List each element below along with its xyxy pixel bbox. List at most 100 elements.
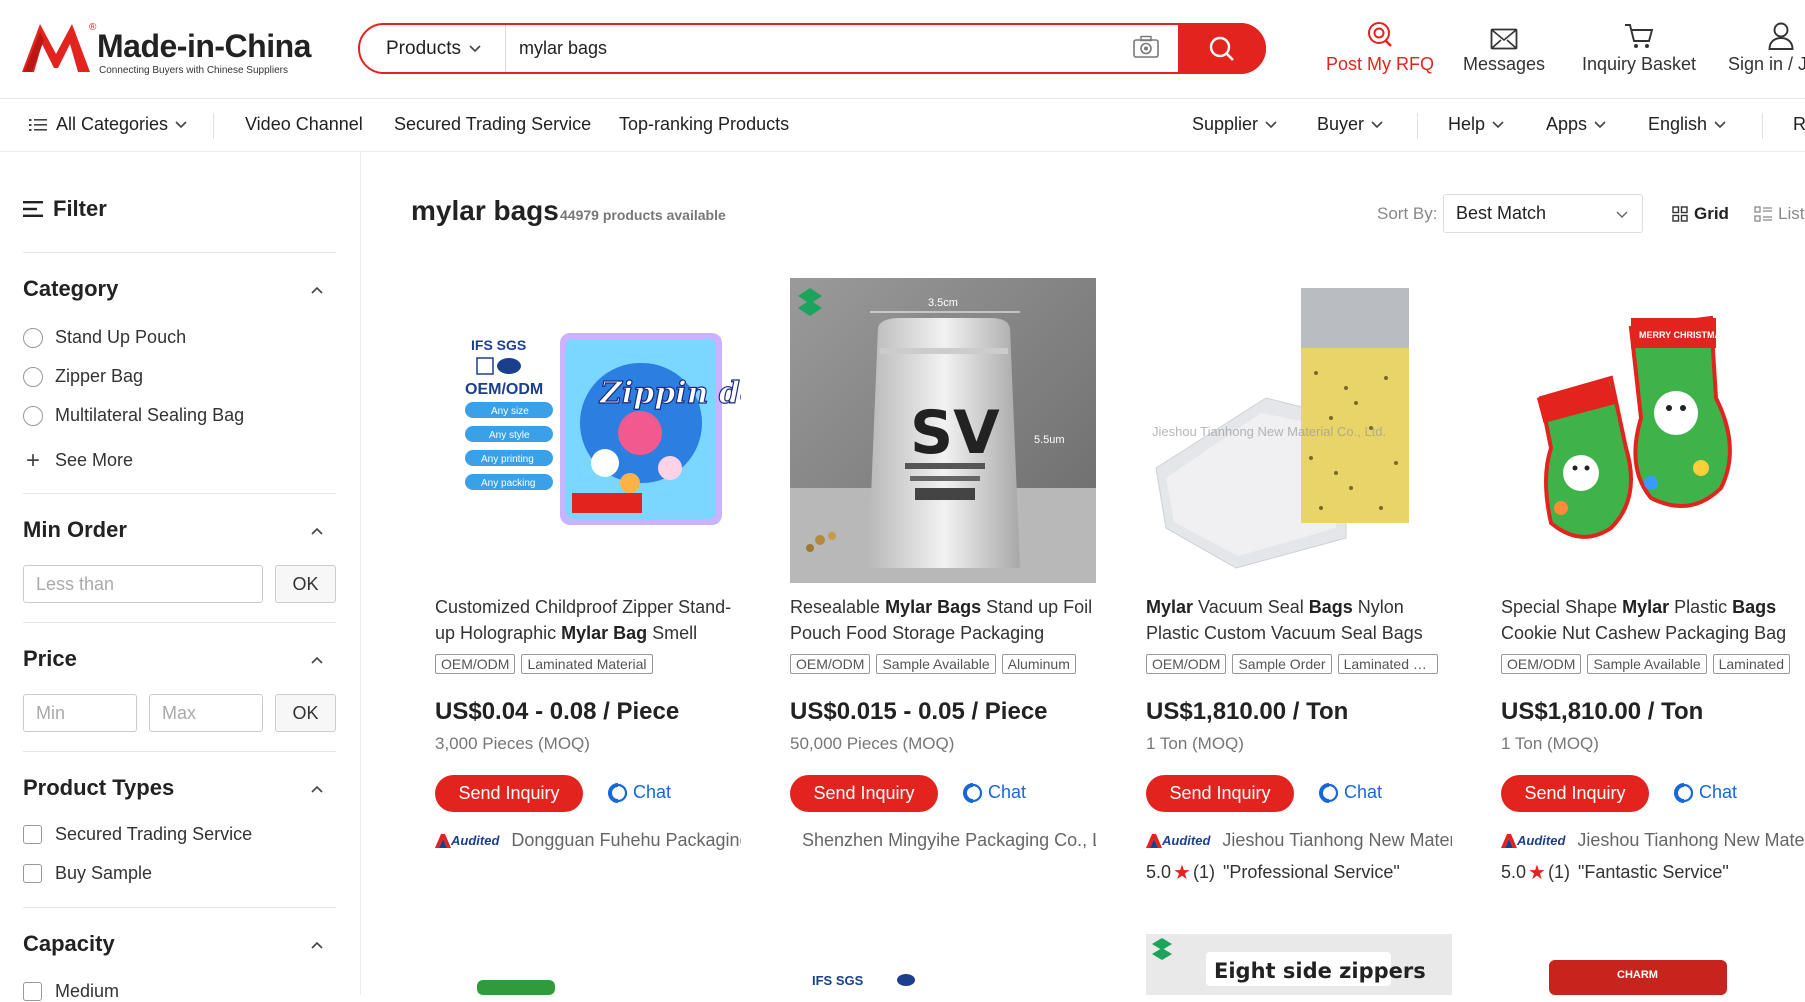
- product-image[interactable]: IFS SGS OEM/ODM Any size Any style Any p…: [435, 278, 741, 583]
- chat-button[interactable]: Chat: [608, 782, 671, 803]
- category-option[interactable]: Multilateral Sealing Bag: [23, 405, 244, 426]
- chevron-up-icon[interactable]: [311, 527, 323, 535]
- product-image: [477, 980, 555, 995]
- all-categories-menu[interactable]: All Categories: [29, 114, 187, 135]
- chevron-down-icon: [1714, 120, 1726, 128]
- radio-button[interactable]: [23, 366, 43, 387]
- svg-text:Eight side zippers: Eight side zippers: [1214, 959, 1426, 983]
- supplier-rating: 5.0 ★ (1) "Fantastic Service": [1501, 862, 1729, 884]
- product-title[interactable]: Special Shape Mylar Plastic Bags Cookie …: [1501, 594, 1805, 646]
- product-moq: 1 Ton (MOQ): [1146, 734, 1244, 753]
- chevron-up-icon[interactable]: [311, 286, 323, 294]
- search-input[interactable]: [506, 25, 1126, 72]
- audited-badge: Audited: [1501, 833, 1565, 848]
- sign-in-link[interactable]: Sign in / J: [1728, 20, 1805, 75]
- product-image[interactable]: 3.5cm SV 5.5um: [790, 278, 1096, 583]
- category-option[interactable]: Stand Up Pouch: [23, 327, 186, 348]
- audited-icon: [435, 833, 451, 848]
- product-image: Eight side zippers: [1146, 934, 1452, 995]
- search-button[interactable]: [1178, 23, 1266, 74]
- nav-help-menu[interactable]: Help: [1448, 114, 1504, 135]
- price-ok-button[interactable]: OK: [275, 694, 336, 732]
- chat-button[interactable]: Chat: [963, 782, 1026, 803]
- product-card[interactable]: 3.5cm SV 5.5um Resealable Mylar Bags Sta…: [790, 278, 1096, 850]
- camera-icon[interactable]: [1132, 35, 1162, 63]
- grid-icon: [1672, 206, 1688, 222]
- product-card-partial[interactable]: CHARM: [1501, 934, 1805, 995]
- inquiry-basket-link[interactable]: Inquiry Basket: [1582, 20, 1696, 75]
- product-card-partial[interactable]: [435, 934, 741, 995]
- product-card[interactable]: Jieshou Tianhong New Material Co., Ltd. …: [1146, 278, 1452, 884]
- product-image: CHARM: [1549, 960, 1727, 995]
- product-card[interactable]: MERRY CHRISTMAS Special Shape Mylar Plas…: [1501, 278, 1805, 884]
- checkbox[interactable]: [23, 864, 42, 883]
- svg-text:CHARM: CHARM: [1617, 969, 1658, 981]
- product-tag: Sample Order: [1232, 654, 1332, 674]
- nav-buyer-menu[interactable]: Buyer: [1317, 114, 1383, 135]
- nav-secured-trading[interactable]: Secured Trading Service: [394, 114, 591, 135]
- price-max-input[interactable]: [149, 694, 263, 732]
- nav-cut-item[interactable]: R: [1793, 114, 1805, 135]
- checkbox[interactable]: [23, 982, 42, 1001]
- site-logo[interactable]: ® Made-in-China Connecting Buyers with C…: [22, 22, 311, 78]
- list-view-toggle[interactable]: List: [1754, 204, 1804, 224]
- grid-view-toggle[interactable]: Grid: [1672, 204, 1729, 224]
- product-price: US$1,810.00 / Ton: [1501, 698, 1704, 725]
- product-card-partial[interactable]: IFS SGS: [790, 934, 1096, 995]
- price-min-input[interactable]: [23, 694, 137, 732]
- chat-icon: [963, 782, 983, 803]
- chat-button[interactable]: Chat: [1319, 782, 1382, 803]
- svg-text:Any style: Any style: [489, 430, 530, 441]
- product-card[interactable]: IFS SGS OEM/ODM Any size Any style Any p…: [435, 278, 741, 850]
- product-image[interactable]: MERRY CHRISTMAS: [1501, 278, 1805, 583]
- chat-button[interactable]: Chat: [1674, 782, 1737, 803]
- chevron-down-icon: [175, 120, 187, 128]
- logo-tagline: Connecting Buyers with Chinese Suppliers: [99, 65, 288, 76]
- category-option[interactable]: Zipper Bag: [23, 366, 143, 387]
- svg-text:Any size: Any size: [491, 406, 529, 417]
- product-title[interactable]: Mylar Vacuum Seal Bags Nylon Plastic Cus…: [1146, 594, 1452, 646]
- search-category-dropdown[interactable]: Products: [360, 25, 506, 72]
- nav-language-menu[interactable]: English: [1648, 114, 1726, 135]
- product-type-option[interactable]: Secured Trading Service: [23, 824, 252, 845]
- send-inquiry-button[interactable]: Send Inquiry: [790, 775, 938, 812]
- sort-dropdown[interactable]: Best Match: [1443, 194, 1643, 233]
- see-more-link[interactable]: + See More: [23, 448, 133, 472]
- supplier-name[interactable]: Shenzhen Mingyihe Packaging Co., Ltd.: [790, 830, 1096, 851]
- send-inquiry-button[interactable]: Send Inquiry: [1501, 775, 1649, 812]
- capacity-section-title: Capacity: [23, 931, 115, 956]
- category-navbar: All Categories Video Channel Secured Tra…: [0, 99, 1805, 152]
- checkbox[interactable]: [23, 825, 42, 844]
- supplier-name[interactable]: Audited Jieshou Tianhong New Material: [1501, 830, 1805, 851]
- svg-text:MERRY CHRISTMAS: MERRY CHRISTMAS: [1639, 330, 1727, 340]
- min-order-ok-button[interactable]: OK: [275, 565, 336, 603]
- nav-apps-menu[interactable]: Apps: [1546, 114, 1606, 135]
- product-title[interactable]: Customized Childproof Zipper Stand-up Ho…: [435, 594, 741, 646]
- nav-supplier-menu[interactable]: Supplier: [1192, 114, 1277, 135]
- min-order-section-title: Min Order: [23, 517, 127, 542]
- radio-button[interactable]: [23, 327, 43, 348]
- radio-button[interactable]: [23, 405, 43, 426]
- min-order-input[interactable]: [23, 565, 263, 603]
- supplier-name[interactable]: Audited Jieshou Tianhong New Material: [1146, 830, 1452, 851]
- product-title[interactable]: Resealable Mylar Bags Stand up Foil Pouc…: [790, 594, 1096, 646]
- chevron-up-icon[interactable]: [311, 941, 323, 949]
- post-rfq-link[interactable]: Post My RFQ: [1326, 20, 1434, 75]
- messages-link[interactable]: Messages: [1463, 20, 1545, 75]
- sort-label: Sort By:: [1377, 204, 1438, 223]
- rfq-icon: [1366, 20, 1392, 47]
- product-type-option[interactable]: Buy Sample: [23, 863, 152, 884]
- send-inquiry-button[interactable]: Send Inquiry: [1146, 775, 1294, 812]
- nav-video-channel[interactable]: Video Channel: [245, 114, 363, 135]
- capacity-option[interactable]: Medium: [23, 981, 119, 1002]
- chevron-up-icon[interactable]: [311, 785, 323, 793]
- send-inquiry-button[interactable]: Send Inquiry: [435, 775, 583, 812]
- product-image[interactable]: Jieshou Tianhong New Material Co., Ltd.: [1146, 278, 1452, 583]
- product-image: IFS SGS: [812, 973, 915, 988]
- supplier-name[interactable]: Audited Dongguan Fuhehu Packaging: [435, 830, 741, 851]
- audited-badge: Audited: [435, 833, 499, 848]
- chevron-up-icon[interactable]: [311, 656, 323, 664]
- product-tag: OEM/ODM: [790, 654, 871, 674]
- product-card-partial[interactable]: Eight side zippers: [1146, 934, 1452, 995]
- nav-top-ranking[interactable]: Top-ranking Products: [619, 114, 789, 135]
